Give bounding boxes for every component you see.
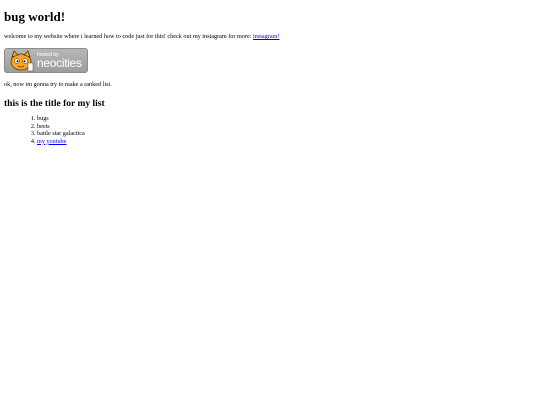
page-content: bug world! welcome to my website where i… — [0, 0, 540, 145]
list-item: battle star galactica — [37, 130, 540, 138]
neocities-cat-icon — [10, 50, 34, 72]
list-intro-note: ok, now im gonna try to make a ranked li… — [4, 81, 112, 88]
list-title: this is the title for my list — [4, 99, 105, 109]
youtube-link[interactable]: my youtube — [37, 138, 66, 145]
list-item: beets — [37, 123, 540, 131]
neocities-badge[interactable]: hosted by neocities — [4, 48, 88, 73]
ranked-list: bugs beets battle star galactica my yout… — [4, 115, 540, 145]
page-title: bug world! — [4, 9, 66, 24]
list-item-youtube: my youtube — [37, 138, 540, 146]
badge-neocities-text: neocities — [37, 56, 82, 70]
intro-paragraph: welcome to my website where i learned ho… — [4, 33, 540, 41]
list-item: bugs — [37, 115, 540, 123]
instagram-link[interactable]: instagram! — [253, 33, 279, 40]
intro-text: welcome to my website where i learned ho… — [4, 33, 253, 40]
